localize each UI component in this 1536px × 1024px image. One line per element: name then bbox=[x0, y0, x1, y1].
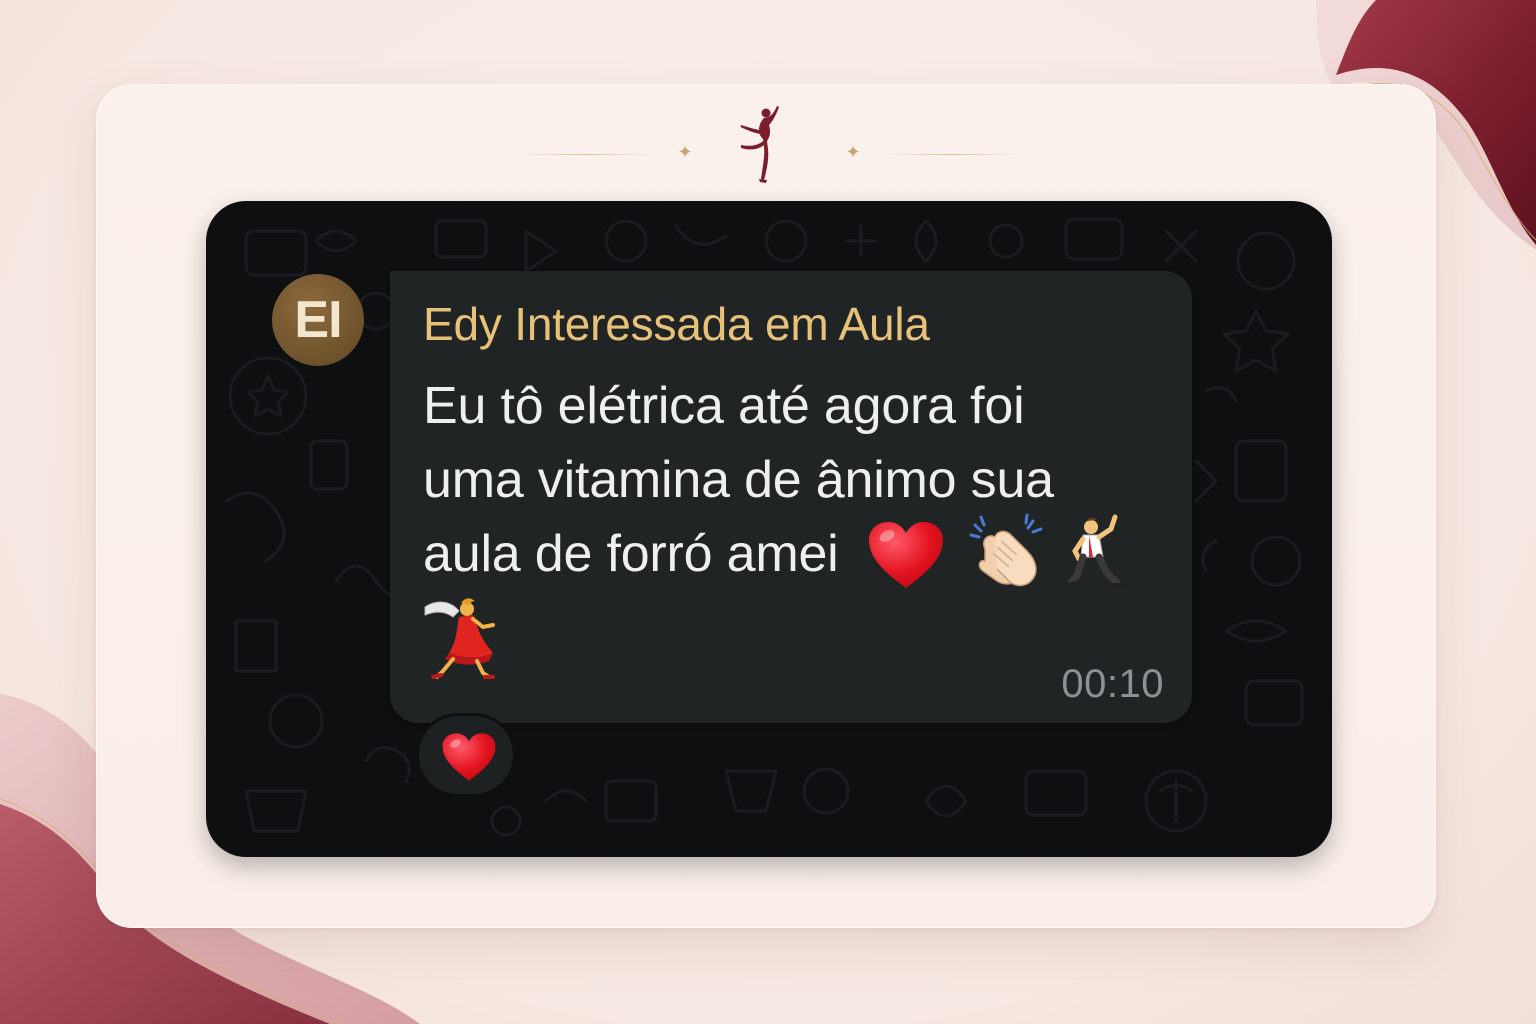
content-card: ✦ ✦ EI Edy Interessada em Aula Eu tô elé… bbox=[96, 84, 1436, 928]
sparkle-icon: ✦ bbox=[845, 142, 861, 163]
message-line bbox=[423, 597, 1163, 681]
ballerina-silhouette-icon bbox=[740, 106, 779, 183]
ornament-line-right bbox=[881, 154, 1023, 155]
message-line-text: aula de forró amei bbox=[423, 525, 839, 583]
message-bubble[interactable]: Edy Interessada em Aula Eu tô elétrica a… bbox=[390, 271, 1192, 723]
red-heart-icon bbox=[442, 733, 496, 781]
ornament-line-left bbox=[515, 154, 657, 155]
clapping-hands-icon bbox=[967, 511, 1047, 591]
woman-dancing-icon bbox=[423, 597, 507, 681]
message-line: Eu tô elétrica até agora foi bbox=[423, 377, 1025, 435]
header-ornament: ✦ ✦ bbox=[97, 85, 1435, 205]
chat-panel: EI Edy Interessada em Aula Eu tô elétric… bbox=[206, 201, 1332, 857]
page: ✦ ✦ EI Edy Interessada em Aula Eu tô elé… bbox=[0, 0, 1536, 1024]
sender-name[interactable]: Edy Interessada em Aula bbox=[423, 297, 930, 351]
message-line: aula de forró amei bbox=[423, 513, 1163, 597]
message-text: Eu tô elétrica até agora foi uma vitamin… bbox=[423, 369, 1163, 681]
red-heart-icon bbox=[867, 520, 945, 590]
message-line: uma vitamina de ânimo sua bbox=[423, 451, 1054, 509]
message-timestamp: 00:10 bbox=[1061, 662, 1164, 706]
avatar[interactable]: EI bbox=[272, 274, 364, 366]
reaction-badge[interactable] bbox=[416, 713, 516, 797]
sparkle-icon: ✦ bbox=[677, 142, 693, 163]
man-dancing-icon bbox=[1067, 513, 1127, 593]
